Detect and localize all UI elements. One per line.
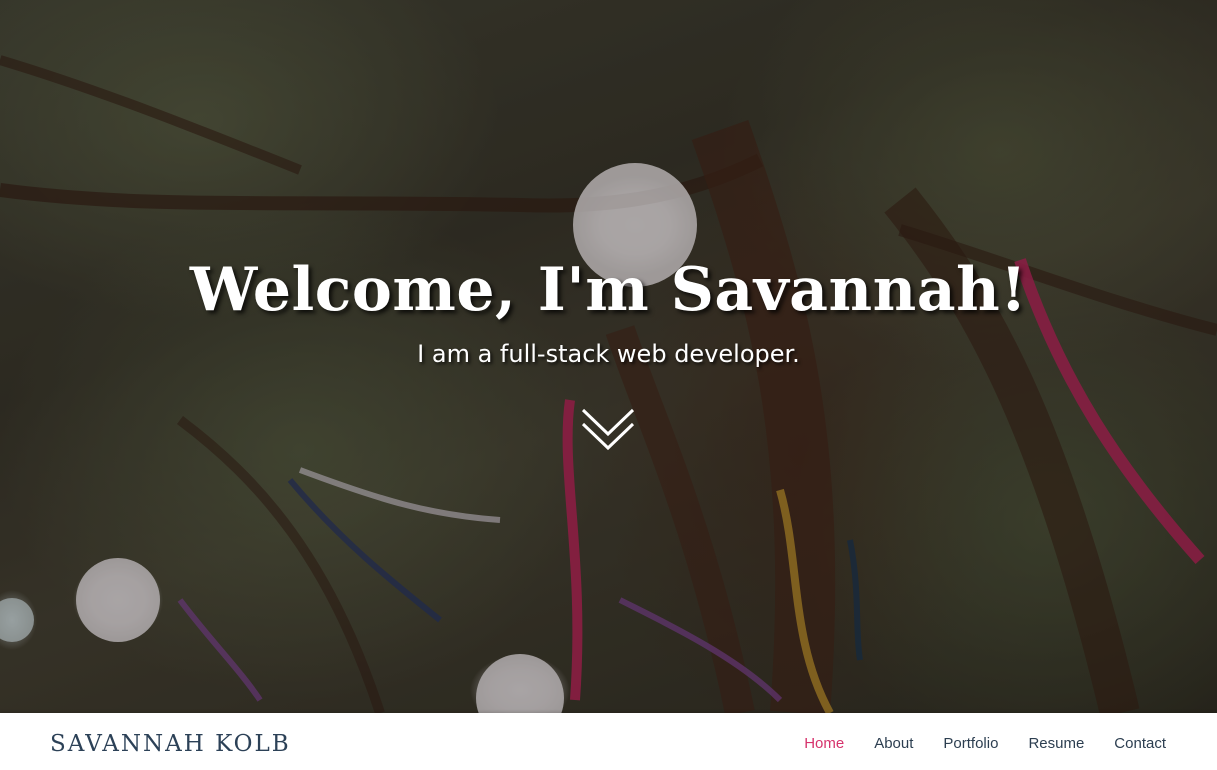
hero-title: Welcome, I'm Savannah! (189, 255, 1028, 325)
scroll-down-button[interactable] (580, 404, 636, 454)
navbar: SAVANNAH KOLB Home About Portfolio Resum… (0, 713, 1217, 770)
nav-links: Home About Portfolio Resume Contact (804, 734, 1166, 754)
hero-subtitle: I am a full-stack web developer. (417, 340, 800, 368)
nav-link-about[interactable]: About (874, 734, 913, 754)
double-chevron-down-icon (581, 408, 635, 451)
nav-link-portfolio[interactable]: Portfolio (943, 734, 998, 754)
nav-link-resume[interactable]: Resume (1028, 734, 1084, 754)
nav-link-contact[interactable]: Contact (1114, 734, 1166, 754)
hero-section: Welcome, I'm Savannah! I am a full-stack… (0, 0, 1217, 713)
brand-logo[interactable]: SAVANNAH KOLB (50, 730, 291, 758)
nav-link-home[interactable]: Home (804, 734, 844, 754)
